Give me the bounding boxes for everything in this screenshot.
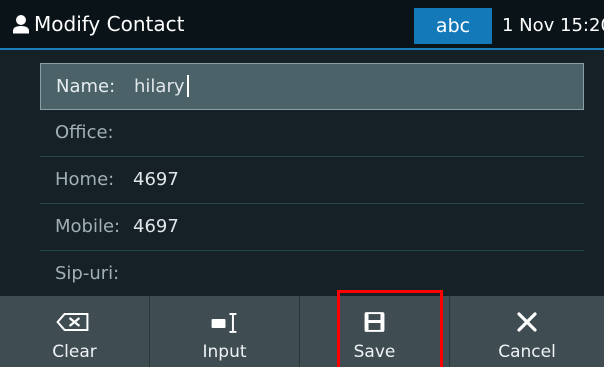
clock: 1 Nov 15:20 (502, 15, 604, 36)
field-home-label: Home: (55, 169, 115, 190)
field-sip-uri[interactable]: Sip-uri: (40, 251, 584, 298)
cancel-label: Cancel (498, 342, 556, 362)
contact-form: Name: hilary Office: Home: 4697 Mobile: … (0, 50, 604, 296)
save-button[interactable]: Save (300, 296, 450, 367)
page-title: Modify Contact (34, 12, 185, 36)
field-mobile-value[interactable]: 4697 (133, 204, 179, 250)
clear-button[interactable]: Clear (0, 296, 150, 367)
field-home-value[interactable]: 4697 (133, 157, 179, 203)
field-office[interactable]: Office: (40, 110, 584, 157)
backspace-icon (56, 313, 89, 331)
save-icon (364, 312, 385, 332)
softkey-bar: Clear Input Save Cancel (0, 296, 604, 367)
contact-person-icon (13, 15, 29, 34)
clear-label: Clear (52, 342, 97, 362)
save-label: Save (353, 342, 396, 362)
input-cursor-icon (211, 313, 237, 333)
field-name[interactable]: Name: hilary (40, 63, 584, 110)
field-name-input[interactable]: hilary (134, 64, 189, 110)
field-home[interactable]: Home: 4697 (40, 157, 584, 204)
field-mobile[interactable]: Mobile: 4697 (40, 204, 584, 251)
field-mobile-label: Mobile: (55, 216, 121, 237)
field-name-value: hilary (134, 76, 185, 97)
field-name-label: Name: (56, 76, 116, 97)
input-label: Input (202, 342, 247, 362)
field-sip-uri-label: Sip-uri: (55, 263, 120, 284)
cancel-button[interactable]: Cancel (450, 296, 604, 367)
field-office-label: Office: (55, 122, 114, 143)
title-bar: Modify Contact abc 1 Nov 15:20 (0, 0, 604, 50)
text-cursor (186, 75, 189, 97)
close-icon (517, 312, 537, 332)
input-mode-badge[interactable]: abc (414, 8, 492, 44)
input-button[interactable]: Input (150, 296, 300, 367)
